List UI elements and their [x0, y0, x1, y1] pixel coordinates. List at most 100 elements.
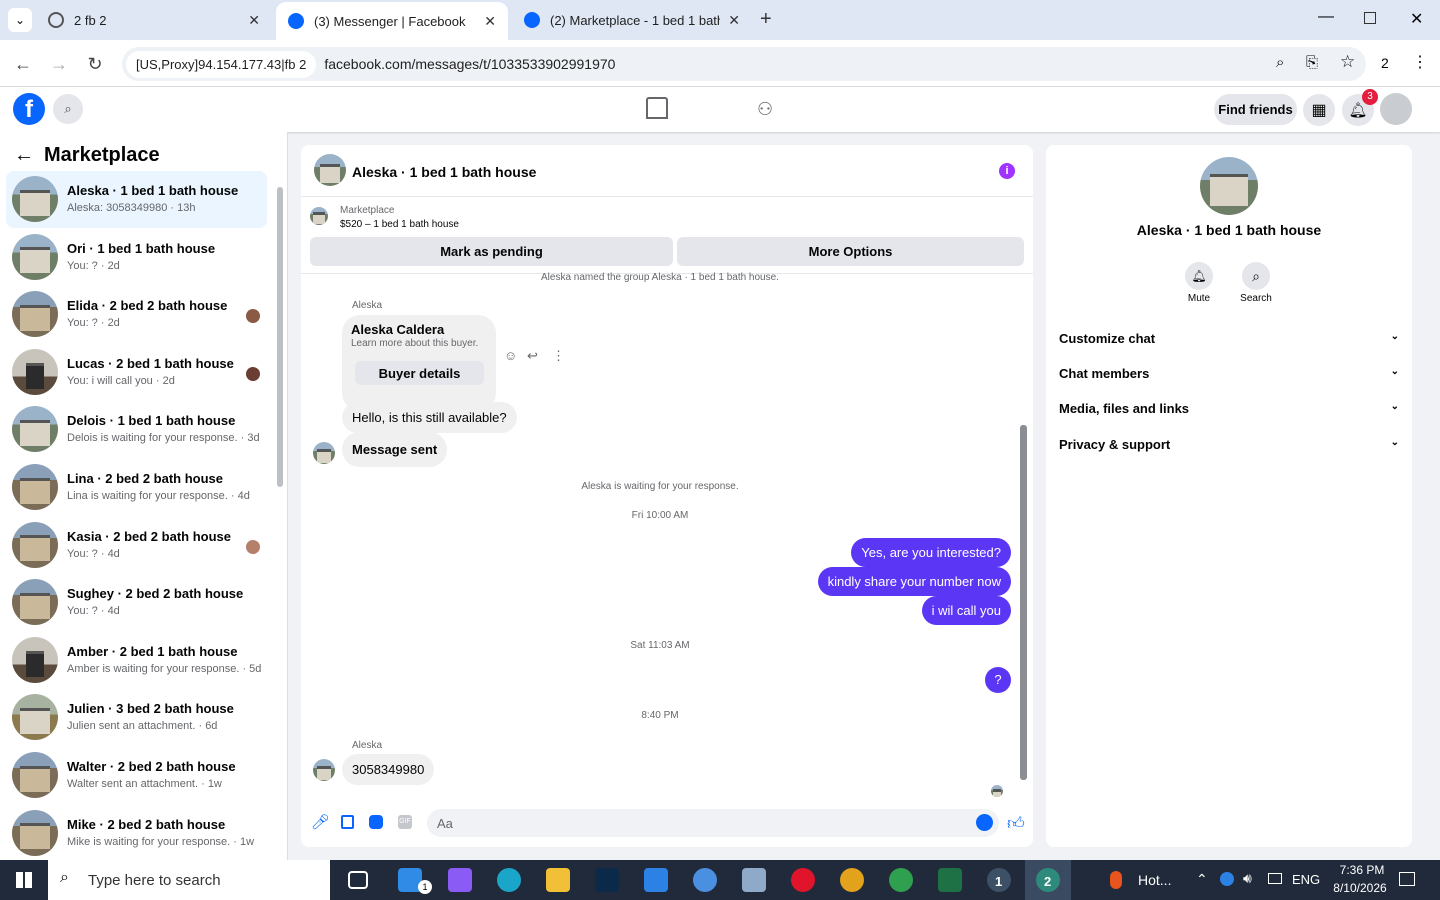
tab-2fb2[interactable]: 2 fb 2 ✕: [36, 0, 272, 40]
conversation-item[interactable]: Elida · 2 bed 2 bath house You: ? · 2d: [6, 286, 267, 343]
gif-icon[interactable]: GIF: [398, 815, 412, 829]
opera-icon[interactable]: [791, 868, 815, 892]
outgoing-message[interactable]: Yes, are you interested?: [851, 538, 1011, 567]
conversation-item[interactable]: Lucas · 2 bed 1 bath house You: i will ca…: [6, 344, 267, 401]
conversation-item[interactable]: Sughey · 2 bed 2 bath house You: ? · 4d: [6, 574, 267, 631]
info-icon[interactable]: i: [999, 163, 1015, 179]
conversation-item[interactable]: Ori · 1 bed 1 bath house You: ? · 2d: [6, 229, 267, 286]
language-indicator[interactable]: ENG: [1292, 872, 1320, 887]
more-options-button[interactable]: More Options: [677, 237, 1024, 266]
photoshop-icon[interactable]: [595, 868, 619, 892]
sticker-icon[interactable]: [369, 815, 383, 829]
react-emoji-icon[interactable]: ☺: [504, 348, 517, 363]
app-icon[interactable]: [742, 868, 766, 892]
browser-icon[interactable]: [693, 868, 717, 892]
message-input[interactable]: Aa: [427, 809, 999, 837]
file-explorer-icon[interactable]: [546, 868, 570, 892]
incoming-message[interactable]: 3058349980: [342, 754, 435, 785]
new-tab-button[interactable]: +: [760, 8, 772, 31]
outgoing-message[interactable]: kindly share your number now: [817, 567, 1011, 596]
incoming-message[interactable]: Hello, is this still available?: [342, 402, 517, 433]
close-icon[interactable]: ✕: [248, 12, 260, 29]
forward-icon[interactable]: →: [49, 54, 69, 75]
windows-start-icon[interactable]: [16, 872, 32, 888]
taskbar-search[interactable]: ⌕ Type here to search: [48, 860, 330, 900]
app-icon[interactable]: [840, 868, 864, 892]
tab-list-dropdown[interactable]: ⌄: [8, 8, 32, 32]
network-icon[interactable]: [1268, 873, 1282, 884]
chrome-icon[interactable]: [889, 868, 913, 892]
back-icon[interactable]: ←: [13, 54, 33, 75]
account-avatar[interactable]: [1380, 93, 1412, 125]
menu-grid-icon[interactable]: ▦: [1303, 94, 1335, 126]
zoom-icon[interactable]: ⌕: [1276, 54, 1284, 71]
search-icon[interactable]: ⌕: [1242, 262, 1270, 290]
bookmark-star-icon[interactable]: ☆: [1340, 52, 1355, 72]
weather-icon[interactable]: [1110, 871, 1122, 889]
buyer-details-button[interactable]: Buyer details: [355, 361, 484, 385]
conversation-item[interactable]: Walter · 2 bed 2 bath house Walter sent a…: [6, 747, 267, 804]
thumbs-up-icon[interactable]: 👍︎: [1007, 813, 1025, 834]
media-files-links-row[interactable]: Media, files and links ⌄: [1059, 401, 1399, 416]
reload-icon[interactable]: ↻: [85, 54, 105, 75]
back-arrow-icon[interactable]: ←: [14, 144, 34, 167]
url-bar[interactable]: [US,Proxy]94.154.177.43|fb 2 facebook.co…: [122, 47, 1366, 81]
volume-icon[interactable]: 🔊︎: [1243, 870, 1252, 887]
find-friends-button[interactable]: Find friends: [1214, 94, 1297, 125]
conversation-item[interactable]: Mike · 2 bed 2 bath house Mike is waiting…: [6, 805, 267, 860]
mute-bell-icon[interactable]: 🔔︎: [1185, 262, 1213, 290]
conversation-item[interactable]: Delois · 1 bed 1 bath house Delois is wai…: [6, 401, 267, 458]
sender-avatar[interactable]: [313, 759, 335, 781]
profile-count[interactable]: 2: [1381, 55, 1389, 71]
minimize-button[interactable]: —: [1318, 8, 1334, 26]
conversation-item[interactable]: Amber · 2 bed 1 bath house Amber is waiti…: [6, 632, 267, 689]
close-window-button[interactable]: ✕: [1410, 9, 1423, 29]
tab-messenger[interactable]: (3) Messenger | Facebook ✕: [276, 2, 508, 40]
scrollbar[interactable]: [277, 187, 283, 487]
store-icon[interactable]: [644, 868, 668, 892]
copilot-icon[interactable]: [448, 868, 472, 892]
tray-chevron-icon[interactable]: ⌃: [1196, 871, 1208, 888]
close-icon[interactable]: ✕: [728, 12, 740, 29]
customize-chat-row[interactable]: Customize chat ⌄: [1059, 331, 1399, 346]
tray-app-icon[interactable]: [1220, 872, 1234, 886]
profile-avatar[interactable]: [1200, 157, 1258, 215]
task-view-icon[interactable]: [348, 871, 368, 889]
facebook-logo-icon[interactable]: f: [13, 93, 45, 125]
conversation-item[interactable]: Lina · 2 bed 2 bath house Lina is waiting…: [6, 459, 267, 516]
close-icon[interactable]: ✕: [484, 13, 496, 30]
chat-title[interactable]: Aleska · 1 bed 1 bath house: [352, 164, 536, 180]
maximize-button[interactable]: [1364, 12, 1376, 24]
search-icon[interactable]: ⌕: [53, 94, 83, 124]
listing-title[interactable]: $520 – 1 bed 1 bath house: [340, 219, 459, 230]
conversation-item[interactable]: Julien · 3 bed 2 bath house Julien sent a…: [6, 689, 267, 746]
mark-as-pending-button[interactable]: Mark as pending: [310, 237, 673, 266]
install-icon[interactable]: ⎘: [1306, 54, 1318, 71]
tab-marketplace[interactable]: (2) Marketplace - 1 bed 1 bath ✕: [512, 0, 752, 40]
chat-scrollbar[interactable]: [1020, 425, 1027, 780]
outgoing-message[interactable]: ?: [985, 667, 1011, 693]
listing-thumb[interactable]: [310, 207, 328, 225]
site-info-chip[interactable]: [US,Proxy]94.154.177.43|fb 2: [126, 50, 317, 78]
notification-center-icon[interactable]: [1399, 872, 1415, 886]
weather-text[interactable]: Hot...: [1138, 872, 1171, 888]
chat-members-row[interactable]: Chat members ⌄: [1059, 366, 1399, 381]
conversation-item[interactable]: Aleska · 1 bed 1 bath house Aleska: 30583…: [6, 171, 267, 228]
microphone-icon[interactable]: 🎤︎: [311, 813, 330, 831]
friends-icon[interactable]: ⚇: [757, 99, 773, 120]
url-text[interactable]: facebook.com/messages/t/1033533902991970: [324, 56, 615, 72]
clock-date[interactable]: 8/10/2026: [1326, 881, 1394, 895]
edge-icon[interactable]: [497, 868, 521, 892]
chat-avatar[interactable]: [314, 154, 346, 186]
excel-icon[interactable]: [938, 868, 962, 892]
reply-icon[interactable]: ↩: [527, 348, 538, 364]
more-actions-icon[interactable]: ⋮: [552, 348, 565, 364]
privacy-support-row[interactable]: Privacy & support ⌄: [1059, 437, 1399, 452]
incoming-message[interactable]: Message sent: [342, 432, 448, 467]
home-icon[interactable]: [646, 97, 668, 119]
emoji-icon[interactable]: [976, 814, 993, 831]
outgoing-message[interactable]: i wil call you: [921, 596, 1011, 625]
menu-icon[interactable]: ⋮: [1412, 52, 1428, 72]
conversation-item[interactable]: Kasia · 2 bed 2 bath house You: ? · 4d: [6, 517, 267, 574]
clock-time[interactable]: 7:36 PM: [1330, 863, 1394, 877]
